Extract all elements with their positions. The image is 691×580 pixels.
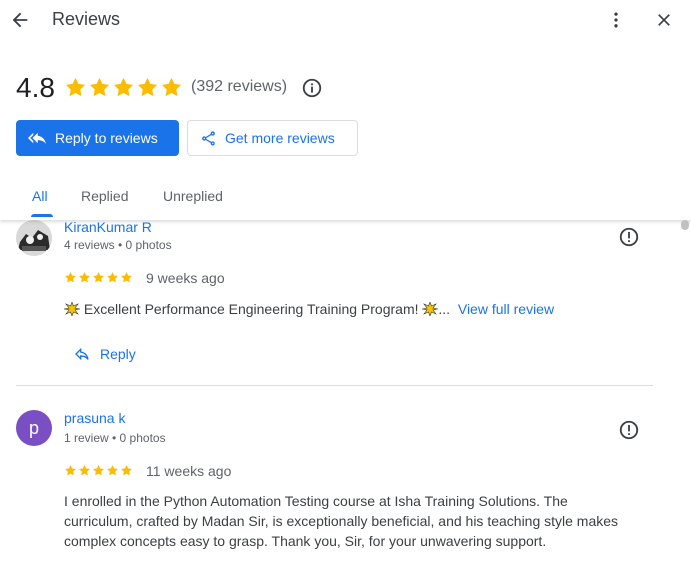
star-icon [137, 77, 158, 97]
tab-all[interactable]: All [32, 188, 48, 204]
review-text-line: curriculum, crafted by Madan Sir, is exc… [64, 513, 619, 529]
review-text: I enrolled in the Python Automation Test… [64, 491, 644, 551]
star-icon [161, 77, 182, 97]
avatar-photo-icon [16, 220, 52, 256]
reviewer-meta: 4 reviews • 0 photos [64, 238, 172, 252]
get-more-reviews-label: Get more reviews [225, 130, 335, 146]
reviewer-meta: 1 review • 0 photos [64, 431, 166, 445]
review-date: 11 weeks ago [146, 463, 232, 479]
report-flag-icon[interactable] [618, 226, 640, 248]
page-title: Reviews [52, 9, 121, 29]
avatar[interactable] [16, 220, 52, 256]
reply-icon [75, 347, 89, 361]
star-icon [107, 272, 118, 283]
average-rating: 4.8 [16, 72, 55, 103]
reply-to-reviews-button[interactable]: Reply to reviews [16, 120, 179, 156]
sparkle-emoji-icon [422, 302, 439, 316]
star-icon [121, 465, 132, 476]
review-ellipsis: ... [438, 301, 451, 317]
avatar[interactable]: p [16, 410, 52, 446]
avatar-letter: p [28, 417, 39, 438]
review-snippet: Excellent Performance Engineering Traini… [83, 301, 419, 317]
star-icon [65, 465, 76, 476]
review-text-line: I enrolled in the Python Automation Test… [64, 493, 568, 509]
reply-to-reviews-label: Reply to reviews [55, 130, 158, 146]
star-icon [65, 77, 86, 97]
share-icon [202, 130, 215, 146]
reviews-header: Reviews 4.8 (392 reviews) Reply to revie… [0, 0, 691, 220]
reviewer-name[interactable]: prasuna k [64, 410, 125, 426]
get-more-reviews-button[interactable]: Get more reviews [187, 120, 358, 156]
back-arrow-icon[interactable] [9, 9, 31, 31]
sparkle-emoji-icon [64, 302, 80, 316]
reply-all-icon [28, 132, 46, 144]
review-stars [64, 464, 133, 477]
review-list[interactable]: KiranKumar R 4 reviews • 0 photos 9 week… [0, 220, 691, 580]
star-icon [121, 272, 132, 283]
review-divider [16, 385, 653, 386]
star-icon [89, 77, 110, 97]
report-flag-icon[interactable] [618, 419, 640, 441]
reply-label: Reply [100, 346, 136, 362]
reviewer-name[interactable]: KiranKumar R [64, 220, 152, 235]
scrollbar-thumb[interactable] [681, 220, 689, 230]
tab-replied[interactable]: Replied [81, 188, 128, 204]
tab-active-indicator [31, 214, 53, 217]
review-count: (392 reviews) [191, 78, 288, 95]
review-stars [64, 271, 133, 284]
star-icon [107, 465, 118, 476]
more-vert-icon[interactable] [606, 10, 626, 30]
star-icon [79, 465, 90, 476]
star-icon [93, 272, 104, 283]
reply-button[interactable]: Reply [74, 346, 136, 362]
info-icon[interactable] [301, 77, 323, 99]
tab-unreplied[interactable]: Unreplied [163, 188, 223, 204]
star-icon [79, 272, 90, 283]
review-text: Excellent Performance Engineering Traini… [64, 299, 644, 319]
rating-stars [64, 76, 183, 99]
star-icon [65, 272, 76, 283]
view-full-review-link[interactable]: View full review [458, 301, 554, 317]
star-icon [93, 465, 104, 476]
close-icon[interactable] [654, 10, 674, 30]
review-text-line: complex concepts easy to grasp. Thank yo… [64, 533, 547, 549]
star-icon [113, 77, 134, 97]
review-date: 9 weeks ago [146, 270, 225, 286]
